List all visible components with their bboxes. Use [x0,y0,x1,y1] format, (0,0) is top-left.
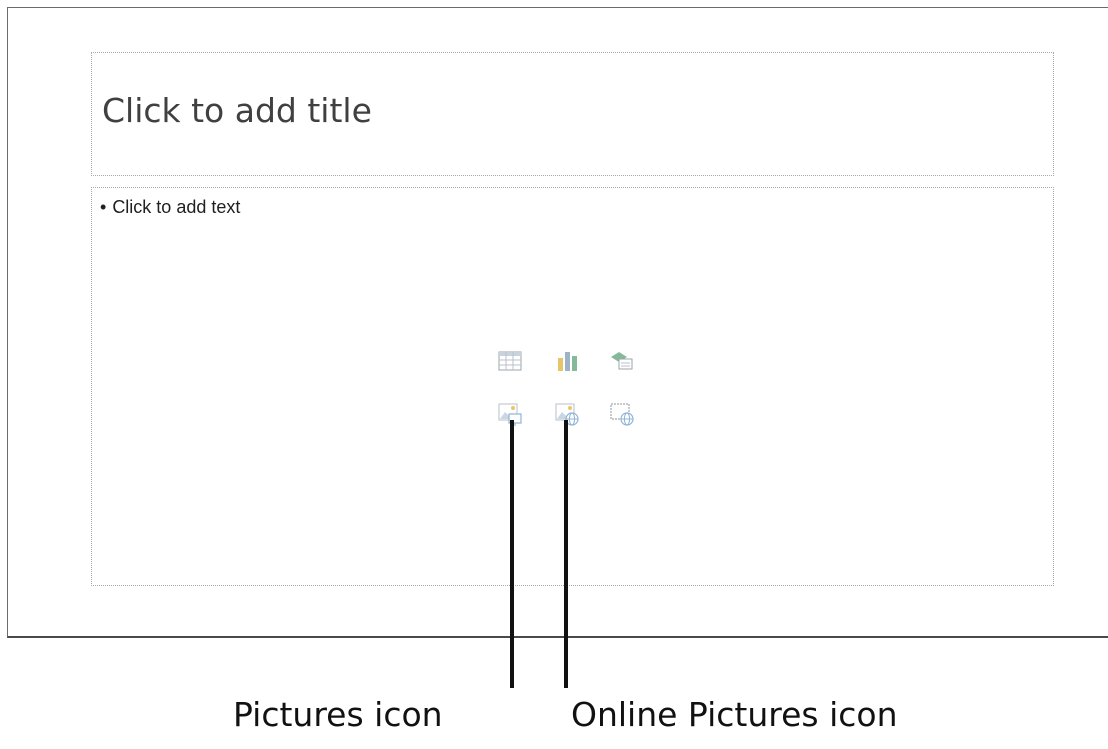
content-placeholder-text: Click to add text [112,197,241,217]
online-pictures-callout-label: Online Pictures icon [571,695,898,734]
pictures-callout-label: Pictures icon [233,695,443,734]
insert-chart-icon[interactable] [554,348,580,374]
slide-canvas: Click to add title • Click to add text [7,7,1108,638]
content-bullet-line: • Click to add text [100,197,240,218]
bullet-glyph: • [100,197,107,217]
insert-video-icon[interactable] [609,401,635,427]
title-placeholder-text: Click to add title [102,91,372,130]
insert-smartart-icon[interactable] [609,348,635,374]
content-placeholder[interactable]: • Click to add text [91,187,1054,586]
insert-table-icon[interactable] [497,348,523,374]
pictures-leader-line [510,420,514,688]
title-placeholder[interactable]: Click to add title [91,52,1054,176]
online-pictures-leader-line [564,420,568,688]
